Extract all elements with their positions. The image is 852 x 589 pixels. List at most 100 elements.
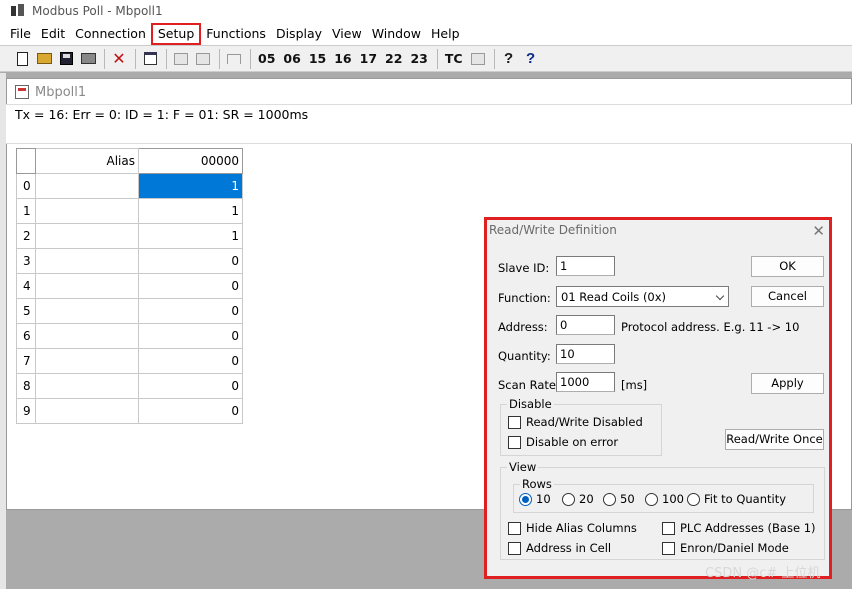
value-cell[interactable]: 0	[138, 298, 243, 324]
menu-help[interactable]: Help	[426, 23, 465, 45]
rows-100-radio[interactable]: 100	[645, 492, 684, 506]
value-cell[interactable]: 1	[138, 223, 243, 249]
alias-cell[interactable]	[35, 398, 139, 424]
value-cell[interactable]: 1	[138, 173, 243, 199]
rows-10-radio[interactable]: 10	[519, 492, 551, 506]
watermark: CSDN @c# 上位机	[705, 566, 821, 581]
menu-edit[interactable]: Edit	[36, 23, 70, 45]
value-cell[interactable]: 0	[138, 323, 243, 349]
single-scan-button[interactable]	[224, 49, 244, 69]
checkbox-box	[508, 415, 521, 429]
hide-alias-columns-checkbox[interactable]: Hide Alias Columns	[508, 521, 637, 535]
address-in-cell-checkbox[interactable]: Address in Cell	[508, 541, 611, 555]
delete-button[interactable]: ✕	[109, 49, 129, 69]
address-in-cell-label: Address in Cell	[526, 541, 612, 555]
plc-addresses-checkbox[interactable]: PLC Addresses (Base 1)	[662, 521, 816, 535]
ok-button[interactable]: OK	[751, 256, 824, 277]
menu-display[interactable]: Display	[271, 23, 327, 45]
rows-fit-label: Fit to Quantity	[704, 492, 787, 506]
print-button[interactable]	[78, 49, 98, 69]
apply-button[interactable]: Apply	[751, 373, 824, 394]
disable-on-error-checkbox[interactable]: Disable on error	[508, 435, 618, 449]
child-title: Mbpoll1	[35, 84, 87, 100]
connect-button[interactable]	[171, 49, 191, 69]
value-cell[interactable]: 0	[138, 273, 243, 299]
quantity-label: Quantity:	[498, 349, 551, 363]
menu-connection[interactable]: Connection	[70, 23, 151, 45]
menu-view[interactable]: View	[327, 23, 367, 45]
fc-16-button[interactable]: 16	[331, 49, 354, 69]
read-write-once-button[interactable]: Read/Write Once	[725, 429, 824, 450]
value-cell[interactable]: 0	[138, 248, 243, 274]
rows-20-radio[interactable]: 20	[562, 492, 594, 506]
alias-cell[interactable]	[35, 173, 139, 199]
fc-17-button[interactable]: 17	[357, 49, 380, 69]
read-write-definition-dialog: Read/Write Definition ✕ Slave ID: 1 Func…	[484, 217, 832, 579]
value-cell[interactable]: 1	[138, 198, 243, 224]
alias-column-header[interactable]: Alias	[35, 148, 139, 174]
table-row: 70	[16, 348, 243, 374]
row-index[interactable]: 4	[16, 273, 36, 299]
monitor-button[interactable]	[468, 49, 488, 69]
row-index[interactable]: 2	[16, 223, 36, 249]
disable-on-error-label: Disable on error	[526, 435, 619, 449]
row-index[interactable]: 1	[16, 198, 36, 224]
menu-window[interactable]: Window	[367, 23, 426, 45]
window-button[interactable]	[140, 49, 160, 69]
table-row: 30	[16, 248, 243, 274]
row-index[interactable]: 9	[16, 398, 36, 424]
toolbar: ✕ 05 06 15 16 17 22 23 TC ? ?	[0, 45, 852, 72]
row-index[interactable]: 3	[16, 248, 36, 274]
fc-05-button[interactable]: 05	[255, 49, 278, 69]
checkbox-box	[662, 541, 675, 555]
open-button[interactable]	[34, 49, 54, 69]
scan-rate-input[interactable]: 1000	[556, 372, 615, 392]
row-index[interactable]: 6	[16, 323, 36, 349]
save-button[interactable]	[56, 49, 76, 69]
alias-cell[interactable]	[35, 323, 139, 349]
cancel-button[interactable]: Cancel	[751, 286, 824, 307]
row-index[interactable]: 0	[16, 173, 36, 199]
function-select[interactable]: 01 Read Coils (0x)	[556, 286, 729, 307]
close-icon[interactable]: ✕	[812, 222, 825, 240]
row-index[interactable]: 7	[16, 348, 36, 374]
enron-daniel-checkbox[interactable]: Enron/Daniel Mode	[662, 541, 789, 555]
value-cell[interactable]: 0	[138, 373, 243, 399]
address-input[interactable]: 0	[556, 315, 615, 335]
table-row: 11	[16, 198, 243, 224]
row-index[interactable]: 5	[16, 298, 36, 324]
scan-rate-unit: [ms]	[621, 378, 648, 392]
value-cell[interactable]: 0	[138, 348, 243, 374]
row-index[interactable]: 8	[16, 373, 36, 399]
grid-corner[interactable]	[16, 148, 36, 174]
fc-06-button[interactable]: 06	[280, 49, 303, 69]
fc-23-button[interactable]: 23	[407, 49, 430, 69]
alias-cell[interactable]	[35, 298, 139, 324]
child-title-bar[interactable]: Mbpoll1	[7, 79, 851, 105]
alias-cell[interactable]	[35, 273, 139, 299]
value-cell[interactable]: 0	[138, 398, 243, 424]
menu-setup[interactable]: Setup	[150, 22, 202, 45]
value-column-header[interactable]: 00000	[138, 148, 243, 174]
fc-22-button[interactable]: 22	[382, 49, 405, 69]
context-help-button[interactable]: ?	[521, 49, 541, 69]
disconnect-button[interactable]	[193, 49, 213, 69]
new-button[interactable]	[12, 49, 32, 69]
rows-fit-radio[interactable]: Fit to Quantity	[687, 492, 786, 506]
alias-cell[interactable]	[35, 248, 139, 274]
slave-id-input[interactable]: 1	[556, 256, 615, 276]
read-write-disabled-checkbox[interactable]: Read/Write Disabled	[508, 415, 643, 429]
rows-50-radio[interactable]: 50	[603, 492, 635, 506]
alias-cell[interactable]	[35, 198, 139, 224]
quantity-input[interactable]: 10	[556, 344, 615, 364]
alias-cell[interactable]	[35, 348, 139, 374]
traffic-button[interactable]: TC	[442, 49, 466, 69]
alias-cell[interactable]	[35, 373, 139, 399]
menu-functions[interactable]: Functions	[201, 23, 271, 45]
help-button[interactable]: ?	[499, 49, 519, 69]
fc-15-button[interactable]: 15	[306, 49, 329, 69]
alias-cell[interactable]	[35, 223, 139, 249]
scan-rate-label: Scan Rate:	[498, 378, 560, 392]
menu-file[interactable]: File	[5, 23, 36, 45]
question-icon: ?	[503, 50, 514, 67]
